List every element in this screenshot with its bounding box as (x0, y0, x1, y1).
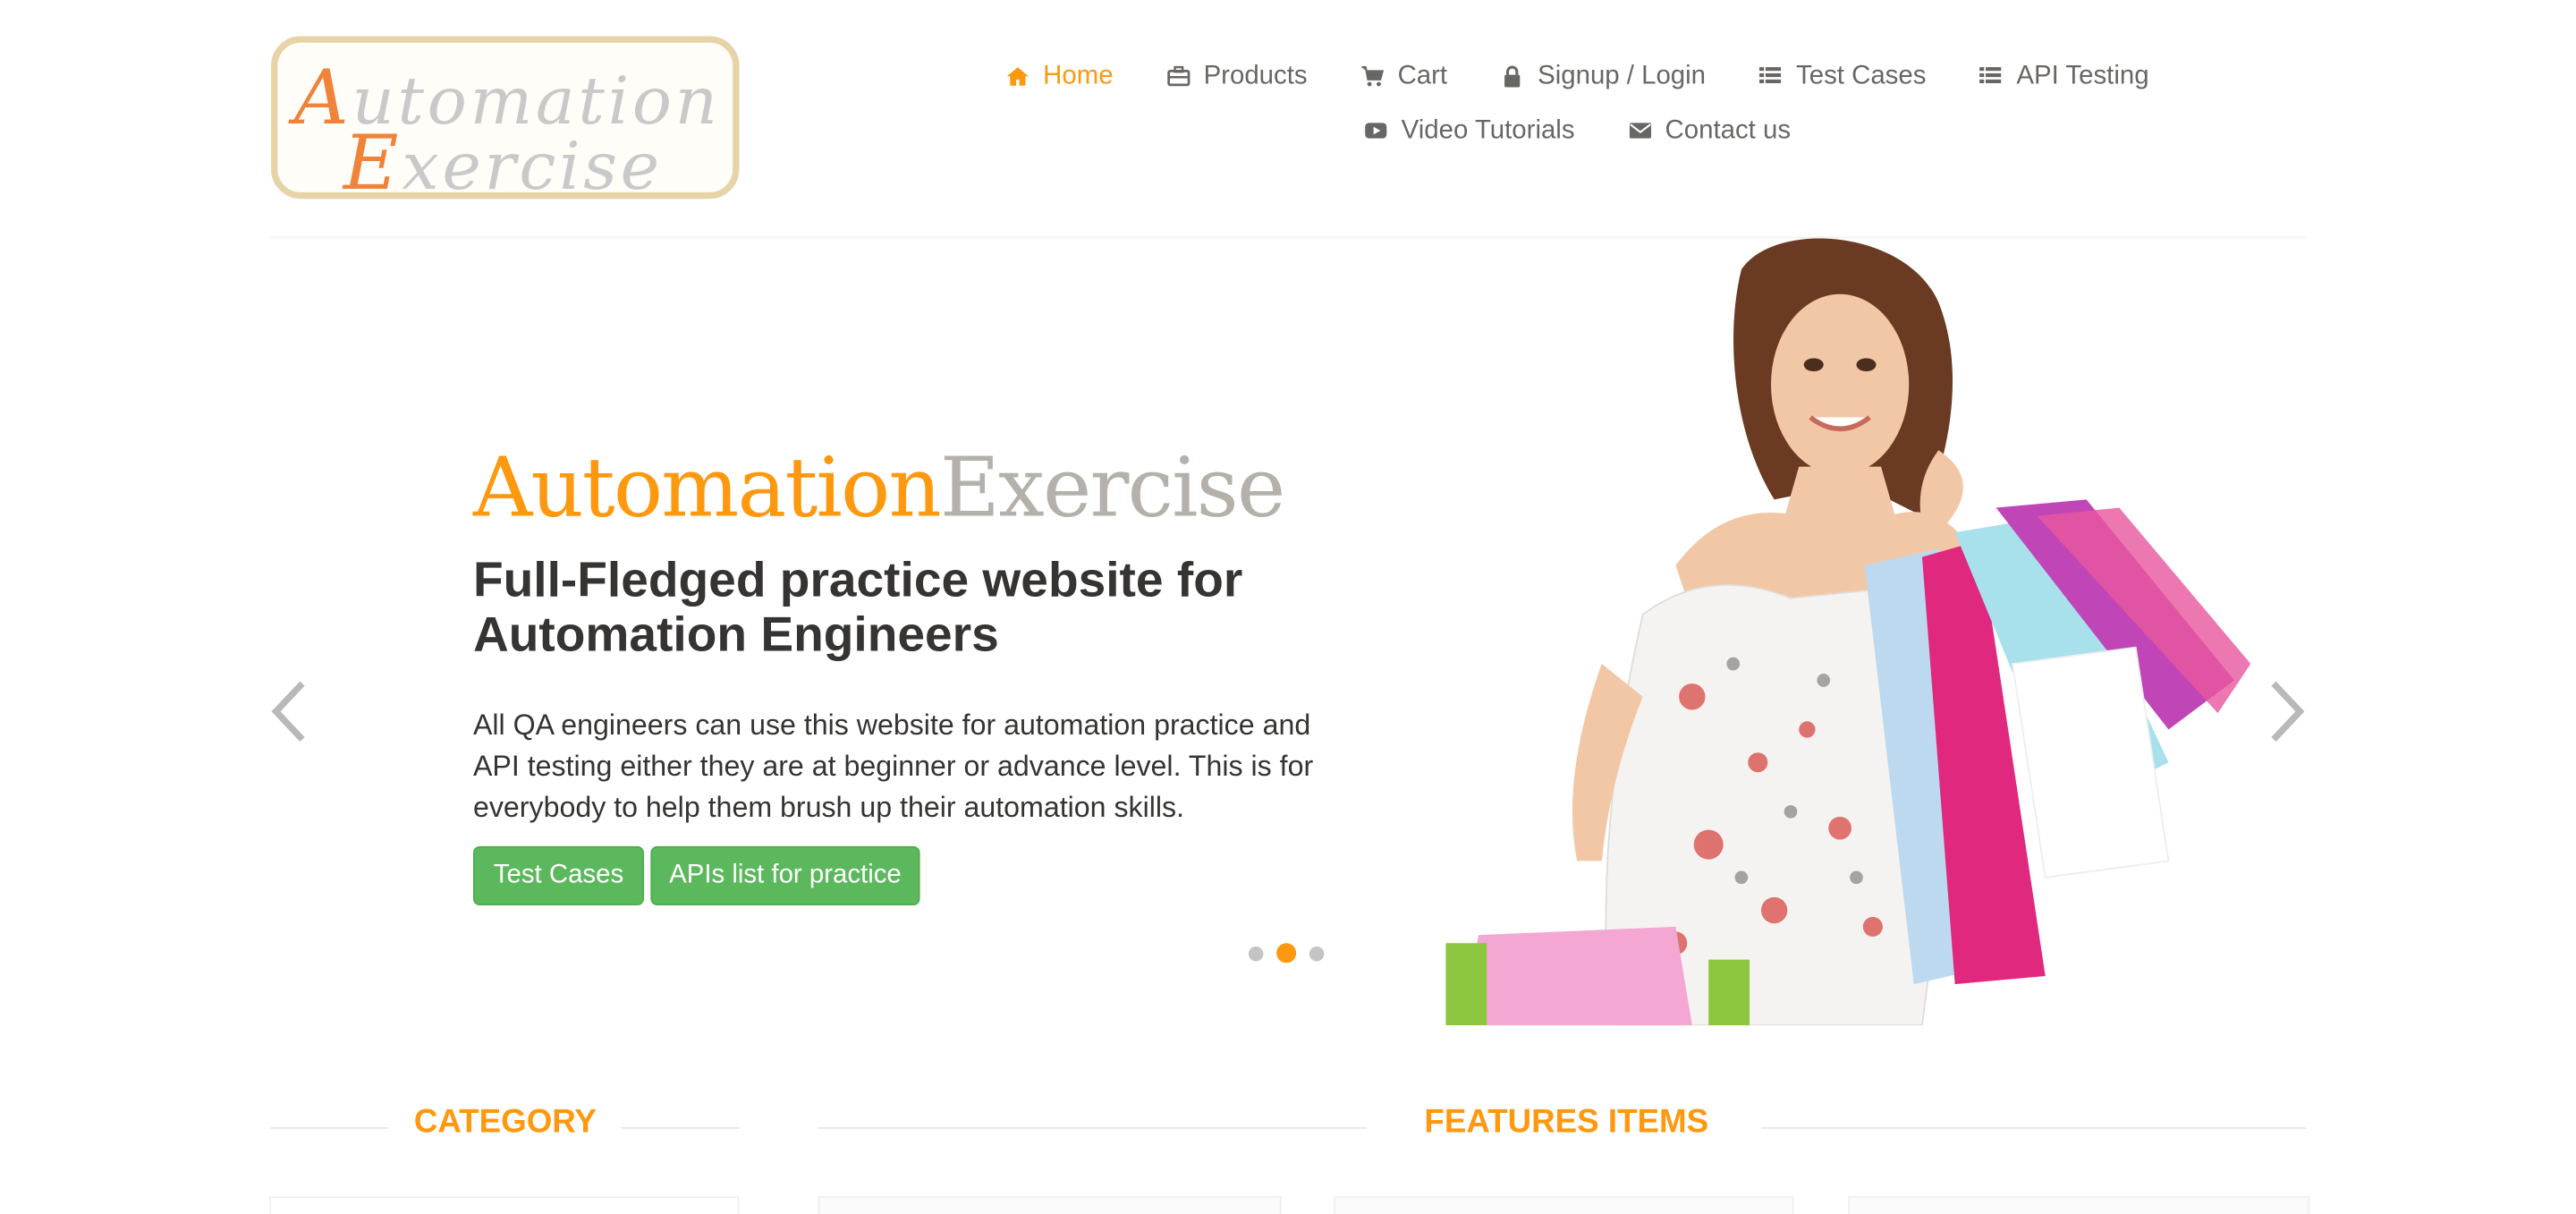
nav-home[interactable]: Home (1005, 62, 1114, 91)
nav-api-testing[interactable]: API Testing (1979, 62, 2149, 91)
test-cases-button[interactable]: Test Cases (472, 845, 644, 906)
cart-icon (1361, 66, 1384, 87)
product-card (818, 1196, 1282, 1214)
slide-headline: Full-Fledged practice website for Automa… (472, 553, 1243, 663)
nav-row-1: Home Products Cart Signup / Login Test C… (986, 49, 2168, 104)
hero-image-shopping-woman (1445, 238, 2251, 1026)
nav-video-tutorials[interactable]: Video Tutorials (1363, 115, 1575, 145)
slide-brand-title: AutomationExercise (472, 440, 1285, 536)
nav-products[interactable]: Products (1165, 62, 1308, 91)
main-nav: Home Products Cart Signup / Login Test C… (986, 49, 2168, 157)
nav-cart[interactable]: Cart (1360, 62, 1447, 91)
product-card (1334, 1196, 1794, 1214)
home-icon (1006, 67, 1029, 86)
features-line-right (1760, 1126, 2307, 1129)
carousel-dot-active[interactable] (1276, 943, 1297, 964)
nav-signup-login[interactable]: Signup / Login (1500, 62, 1706, 91)
list-icon (1979, 67, 2003, 83)
carousel-dot[interactable] (1248, 946, 1264, 961)
site-logo[interactable]: Automation Exercise (271, 36, 740, 207)
page: Automation Exercise Home Products Cart S… (0, 0, 2576, 1214)
carousel-next-arrow[interactable] (2264, 674, 2313, 749)
nav-contact-us[interactable]: Contact us (1627, 115, 1791, 145)
category-line-left (269, 1126, 388, 1129)
apis-list-button[interactable]: APIs list for practice (650, 845, 920, 906)
envelope-icon (1629, 123, 1651, 139)
carousel-indicators (1248, 943, 1325, 964)
slide-description: All QA engineers can use this website fo… (472, 708, 1314, 824)
youtube-play-icon (1365, 123, 1387, 139)
features-line-left (818, 1126, 1368, 1129)
category-line-right (621, 1126, 740, 1129)
list-icon (1759, 67, 1782, 83)
briefcase-icon (1166, 65, 1190, 87)
lock-icon (1504, 65, 1521, 88)
carousel-dot[interactable] (1309, 946, 1325, 961)
nav-test-cases[interactable]: Test Cases (1758, 62, 1926, 91)
features-items-heading: FEATURES ITEMS (1424, 1104, 1709, 1141)
product-card (1848, 1196, 2310, 1214)
carousel-prev-arrow[interactable] (263, 674, 312, 749)
category-panel (269, 1196, 740, 1214)
category-heading: CATEGORY (413, 1104, 597, 1141)
nav-row-2: Video Tutorials Contact us (986, 104, 2168, 158)
